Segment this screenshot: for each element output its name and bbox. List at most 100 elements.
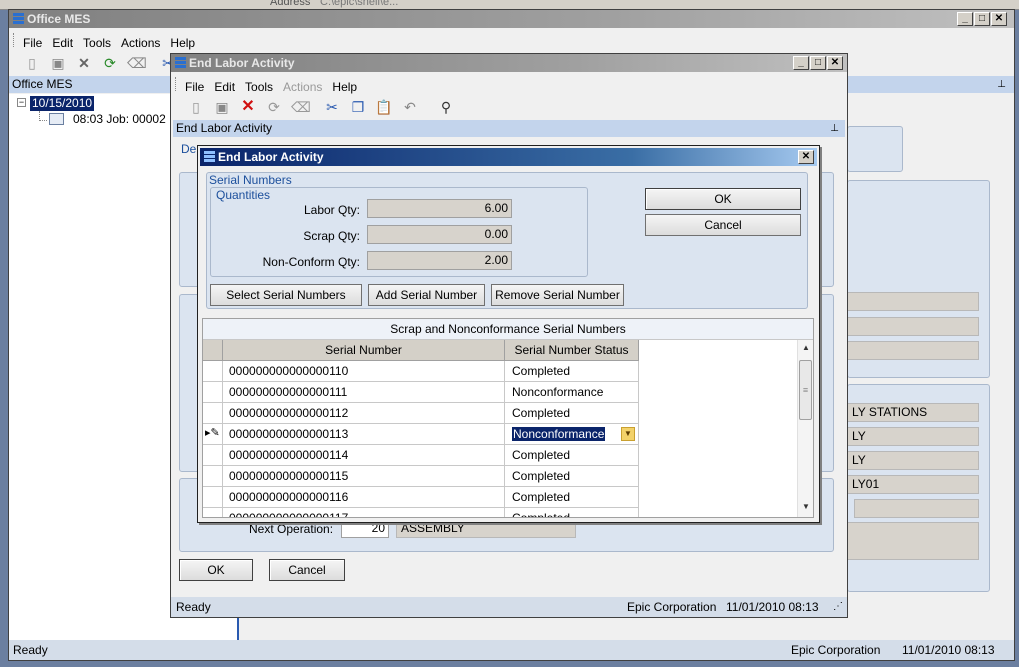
main-close-button[interactable]: ✕	[991, 12, 1007, 26]
table-row[interactable]: 000000000000000111 Nonconformance	[203, 382, 639, 403]
col-header-serial-number[interactable]: Serial Number	[223, 340, 505, 361]
labor-refresh-icon[interactable]: ⟳	[265, 98, 283, 116]
tree-node-job[interactable]: 08:03 Job: 00002	[73, 112, 166, 126]
right-field-3	[847, 341, 979, 360]
labor-cancel-button[interactable]: Cancel	[269, 559, 345, 581]
table-row-partial[interactable]: 000000000000000117 Completed	[203, 508, 639, 517]
serial-status-cell[interactable]: Completed	[505, 445, 639, 466]
row-selector[interactable]	[203, 508, 223, 517]
labor-new-icon[interactable]: ▯	[187, 98, 205, 116]
pin-icon[interactable]: ⊥	[997, 76, 1006, 93]
labor-menu-help[interactable]: Help	[327, 77, 362, 94]
tree-node-date[interactable]: 10/15/2010	[30, 96, 95, 111]
table-row[interactable]: 000000000000000110 Completed	[203, 361, 639, 382]
grid-title: Scrap and Nonconformance Serial Numbers	[203, 319, 813, 340]
main-menubar: File Edit Tools Actions Help	[9, 30, 1014, 50]
scroll-down-arrow-icon[interactable]: ▼	[799, 502, 813, 514]
labor-toolbar: ▯ ▣ ✕ ⟳ ⌫ ✂ ❐ 📋 ↶ ⚲	[171, 94, 847, 120]
menubar-grip	[13, 33, 16, 47]
main-minimize-button[interactable]: _	[957, 12, 973, 26]
serial-number-cell[interactable]: 000000000000000116	[223, 487, 505, 508]
labor-delete-icon[interactable]: ✕	[239, 98, 257, 116]
dialog-ok-button[interactable]: OK	[645, 188, 801, 210]
serial-number-cell[interactable]: 000000000000000114	[223, 445, 505, 466]
labor-eraser-icon[interactable]: ⌫	[291, 98, 311, 116]
labor-pin-icon[interactable]: ⊥	[830, 120, 839, 137]
labor-menu-actions[interactable]: Actions	[278, 77, 327, 94]
labor-cut-icon[interactable]: ✂	[323, 98, 341, 116]
main-menu-edit[interactable]: Edit	[47, 33, 78, 50]
tree-expand-icon[interactable]: −	[17, 98, 26, 107]
labor-find-icon[interactable]: ⚲	[437, 98, 455, 116]
scroll-up-arrow-icon[interactable]: ▲	[799, 343, 813, 355]
remove-serial-number-button[interactable]: Remove Serial Number	[491, 284, 624, 306]
dropdown-arrow-icon[interactable]: ▼	[621, 427, 635, 441]
row-selector[interactable]: ▸✎	[203, 424, 223, 445]
serial-number-cell[interactable]: 000000000000000115	[223, 466, 505, 487]
eraser-icon[interactable]: ⌫	[127, 54, 147, 72]
right-field-ly-2: LY	[847, 451, 979, 470]
main-menu-actions[interactable]: Actions	[116, 33, 165, 50]
labor-undo-icon[interactable]: ↶	[401, 98, 419, 116]
table-row[interactable]: 000000000000000116 Completed	[203, 487, 639, 508]
serial-number-cell[interactable]: 000000000000000110	[223, 361, 505, 382]
scroll-thumb[interactable]: ≡	[799, 360, 812, 420]
row-selector[interactable]	[203, 487, 223, 508]
labor-tab-stub[interactable]: De	[181, 142, 196, 156]
grid-vertical-scrollbar[interactable]: ▲ ≡ ▼	[797, 340, 813, 517]
labor-panel-title: End Labor Activity ⊥	[173, 120, 845, 137]
serial-number-cell[interactable]: 000000000000000117	[223, 508, 505, 517]
delete-icon[interactable]: ✕	[75, 54, 93, 72]
main-maximize-button[interactable]: □	[974, 12, 990, 26]
labor-maximize-button[interactable]: □	[810, 56, 826, 70]
dialog-close-button[interactable]: ✕	[798, 150, 814, 164]
row-selector[interactable]	[203, 403, 223, 424]
new-icon[interactable]: ▯	[23, 54, 41, 72]
labor-minimize-button[interactable]: _	[793, 56, 809, 70]
nonconform-qty-field: 2.00	[367, 251, 512, 270]
labor-paste-icon[interactable]: 📋	[375, 98, 393, 116]
serial-status-cell[interactable]: Completed	[505, 487, 639, 508]
select-serial-numbers-button[interactable]: Select Serial Numbers	[210, 284, 362, 306]
right-field-2	[847, 317, 979, 336]
labor-menu-edit[interactable]: Edit	[209, 77, 240, 94]
table-row[interactable]: 000000000000000115 Completed	[203, 466, 639, 487]
serial-status-dropdown[interactable]: Nonconformance ▼	[505, 424, 639, 445]
serial-number-cell[interactable]: 000000000000000112	[223, 403, 505, 424]
resize-grip-icon[interactable]: ⋰	[833, 597, 843, 617]
main-menu-help[interactable]: Help	[165, 33, 200, 50]
col-header-serial-status[interactable]: Serial Number Status	[505, 340, 639, 361]
row-selector[interactable]	[203, 382, 223, 403]
labor-menu-tools[interactable]: Tools	[240, 77, 278, 94]
serial-status-cell[interactable]: Nonconformance	[505, 382, 639, 403]
refresh-icon[interactable]: ⟳	[101, 54, 119, 72]
row-selector[interactable]	[203, 445, 223, 466]
labor-menu-file[interactable]: File	[180, 77, 209, 94]
serial-status-cell[interactable]: Completed	[505, 508, 639, 517]
serial-number-cell[interactable]: 000000000000000113	[223, 424, 505, 445]
serial-status-cell[interactable]: Completed	[505, 466, 639, 487]
labor-ok-button[interactable]: OK	[179, 559, 253, 581]
row-selector[interactable]	[203, 361, 223, 382]
add-serial-number-button[interactable]: Add Serial Number	[368, 284, 485, 306]
dialog-cancel-button[interactable]: Cancel	[645, 214, 801, 236]
main-menu-file[interactable]: File	[18, 33, 47, 50]
serial-status-selected[interactable]: Nonconformance	[510, 426, 607, 442]
row-selector[interactable]	[203, 466, 223, 487]
save-icon[interactable]: ▣	[49, 54, 67, 72]
labor-copy-icon[interactable]: ❐	[349, 98, 367, 116]
serial-dialog: End Labor Activity ✕ Serial Numbers Quan…	[197, 145, 820, 523]
table-row[interactable]: 000000000000000112 Completed	[203, 403, 639, 424]
labor-save-icon[interactable]: ▣	[213, 98, 231, 116]
labor-close-button[interactable]: ✕	[827, 56, 843, 70]
serial-status-cell[interactable]: Completed	[505, 361, 639, 382]
dialog-app-icon	[204, 151, 215, 162]
table-row[interactable]: 000000000000000114 Completed	[203, 445, 639, 466]
serial-numbers-group-label: Serial Numbers	[209, 173, 292, 187]
labor-menubar-grip	[175, 77, 178, 91]
serial-number-cell[interactable]: 000000000000000111	[223, 382, 505, 403]
serial-status-cell[interactable]: Completed	[505, 403, 639, 424]
tree-connector	[39, 111, 47, 121]
table-row-editing[interactable]: ▸✎ 000000000000000113 Nonconformance ▼	[203, 424, 639, 445]
main-menu-tools[interactable]: Tools	[78, 33, 116, 50]
